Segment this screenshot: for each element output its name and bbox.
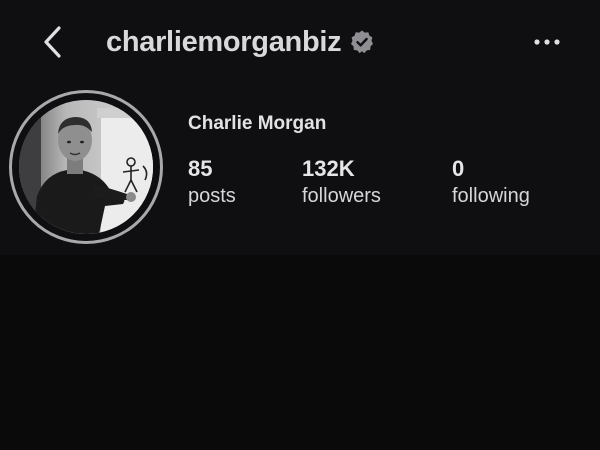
display-name: Charlie Morgan: [188, 113, 327, 134]
following-count: 0: [452, 156, 465, 181]
username: charliemorganbiz: [106, 25, 342, 58]
username-title: charliemorganbiz: [106, 22, 375, 62]
posts-label: posts: [188, 185, 236, 207]
followers-count: 132K: [302, 156, 355, 181]
avatar: [19, 100, 153, 234]
followers-label: followers: [302, 185, 381, 207]
verified-badge-icon: [349, 29, 375, 55]
more-options-button[interactable]: [524, 26, 570, 58]
avatar-story-ring[interactable]: [9, 90, 163, 244]
more-horizontal-icon: [524, 26, 570, 58]
profile-photo: [19, 100, 153, 234]
posts-count: 85: [188, 156, 213, 181]
following-label: following: [452, 185, 530, 207]
following-stat[interactable]: 0 following: [452, 156, 530, 209]
profile-screen: charliemorganbiz Charlie Morgan 85 posts…: [0, 0, 600, 450]
followers-stat[interactable]: 132K followers: [302, 156, 381, 209]
chevron-left-icon: [36, 22, 70, 62]
posts-stat[interactable]: 85 posts: [188, 156, 236, 209]
top-bar: charliemorganbiz: [0, 0, 600, 88]
back-button[interactable]: [36, 22, 70, 62]
